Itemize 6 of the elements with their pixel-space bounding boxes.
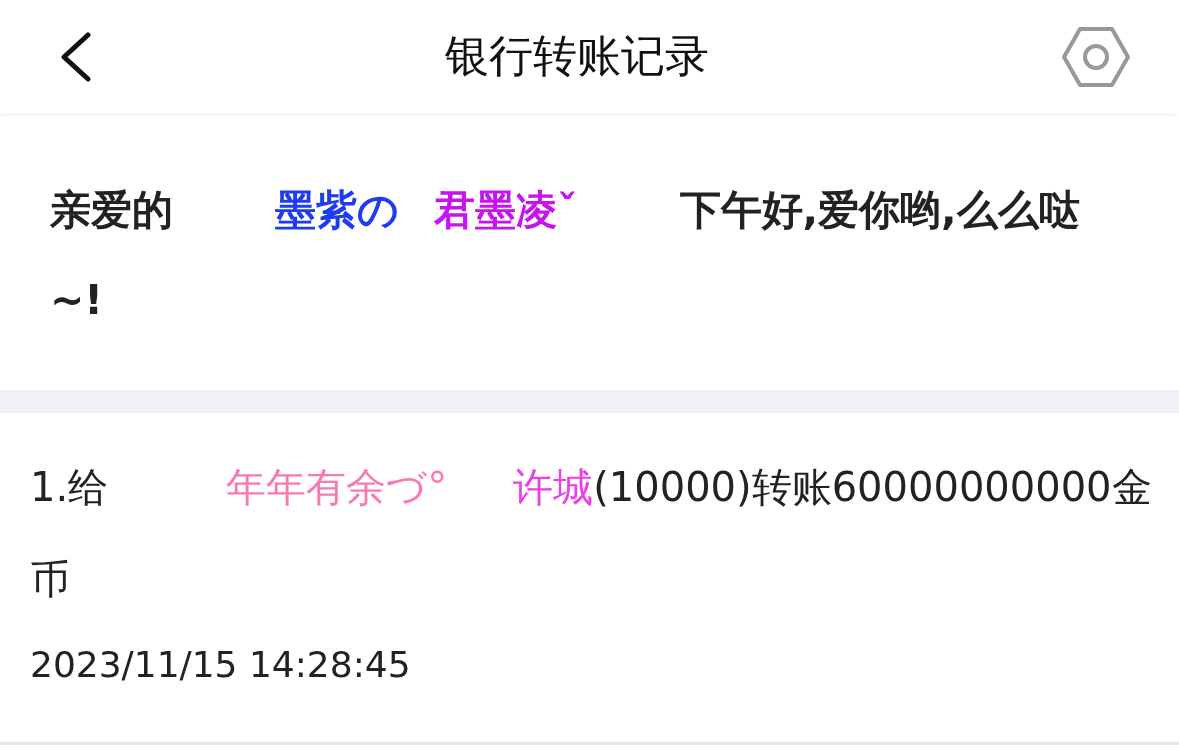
back-icon[interactable] <box>58 31 92 82</box>
settings-icon[interactable] <box>1061 25 1131 88</box>
page-title: 银行转账记录 <box>444 29 709 83</box>
greeting-message: 亲爱的 墨紫の 君墨凌ˇ 下午好,爱你哟,么么哒~! <box>49 185 1081 326</box>
transfer-record-text: 1.给 年年有余づ° 许城(10000)转账60000000000金币 <box>30 463 1153 604</box>
transfer-time: 2023/11/15 14:28:45 <box>30 643 411 687</box>
